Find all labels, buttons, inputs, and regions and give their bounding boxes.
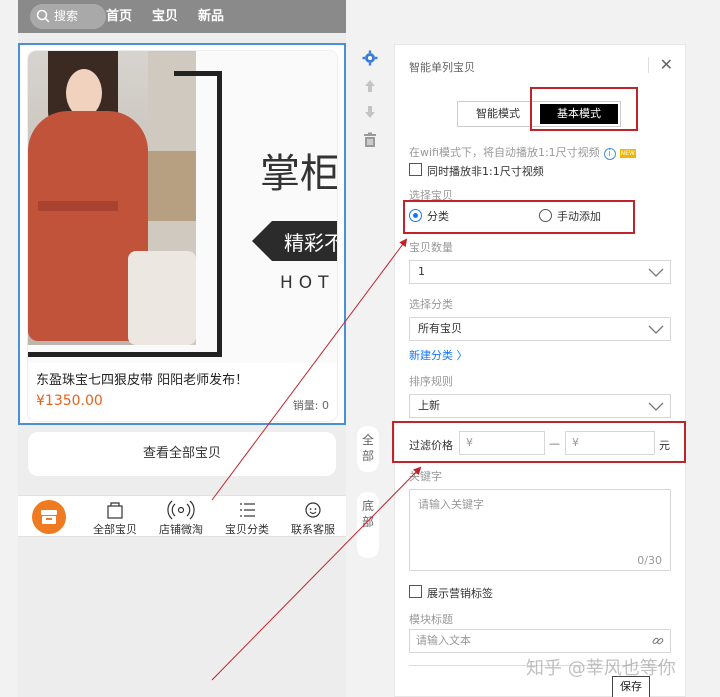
highlight-basic-mode [530, 87, 638, 131]
sort-select[interactable]: 上新 [409, 394, 671, 418]
module-title-label: 模块标题 [409, 613, 453, 626]
product-price: ¥1350.00 [36, 393, 103, 409]
trash-icon[interactable] [362, 132, 378, 148]
count-select[interactable]: 1 [409, 260, 671, 284]
keyword-textarea[interactable]: 请输入关键字 0/30 [409, 489, 671, 571]
product-sales: 销量: 0 [292, 399, 329, 412]
phone-preview: 搜索 首页 宝贝 新品 掌柜 精彩不 HOT 东盈珠宝七四狠皮带 阳阳老师发布！… [18, 0, 346, 697]
move-down-icon[interactable] [362, 104, 378, 120]
search-icon [36, 9, 50, 23]
tab-customer-service[interactable]: 联系客服 [280, 500, 346, 537]
smart-mode-tab[interactable]: 智能模式 [458, 102, 538, 126]
tab-categories[interactable]: 宝贝分类 [214, 500, 280, 537]
play-non-square-label: 同时播放非1:1尺寸视频 [427, 165, 544, 178]
product-card[interactable]: 掌柜 精彩不 HOT 东盈珠宝七四狠皮带 阳阳老师发布！ ¥1350.00 销量… [28, 51, 337, 421]
category-select[interactable]: 所有宝贝 [409, 317, 671, 341]
side-tab-bottom[interactable]: 底部 [357, 492, 379, 558]
new-badge: NEW [619, 148, 636, 158]
settings-panel: 智能单列宝贝 ✕ 智能模式 基本模式 在wifi模式下，将自动播放1:1尺寸视频… [392, 44, 686, 697]
product-module-selected[interactable]: 掌柜 精彩不 HOT 东盈珠宝七四狠皮带 阳阳老师发布！ ¥1350.00 销量… [18, 43, 346, 425]
banner-title: 掌柜 [260, 151, 337, 197]
highlight-select-items [403, 200, 635, 234]
move-up-icon[interactable] [362, 78, 378, 94]
count-label: 宝贝数量 [409, 241, 453, 254]
nav-items[interactable]: 宝贝 [152, 0, 178, 33]
new-category-link[interactable]: 新建分类 〉 [409, 347, 468, 363]
keyword-counter: 0/30 [637, 554, 662, 567]
bag-icon [107, 502, 123, 519]
side-tab-all[interactable]: 全部 [357, 426, 379, 472]
chevron-down-icon [648, 268, 664, 277]
wifi-note: 在wifi模式下，将自动播放1:1尺寸视频 i NEW [409, 146, 636, 160]
gear-icon[interactable] [362, 50, 378, 66]
banner-english: HOT [280, 273, 335, 293]
nav-home[interactable]: 首页 [106, 0, 132, 33]
list-icon [240, 503, 255, 517]
shop-home-button[interactable] [32, 500, 66, 534]
marketing-tag-checkbox[interactable] [409, 585, 422, 598]
search-box[interactable]: 搜索 [30, 4, 106, 29]
broadcast-icon [167, 500, 195, 520]
chevron-down-icon [648, 325, 664, 334]
keyword-label: 关键字 [409, 470, 442, 483]
watermark: 知乎 @莘风也等你 [526, 658, 676, 679]
tab-store-feed[interactable]: 店铺微淘 [148, 500, 214, 537]
nav-new[interactable]: 新品 [198, 0, 224, 33]
category-label: 选择分类 [409, 298, 453, 311]
product-name: 东盈珠宝七四狠皮带 阳阳老师发布！ [36, 373, 249, 388]
view-all-items-button[interactable]: 查看全部宝贝 [28, 432, 336, 476]
banner-subtitle: 精彩不 [284, 231, 337, 255]
banner-frame [174, 71, 222, 357]
chevron-down-icon [648, 402, 664, 411]
shop-topbar: 搜索 首页 宝贝 新品 [18, 0, 346, 33]
search-label: 搜索 [54, 9, 79, 23]
product-banner-image: 掌柜 精彩不 HOT [28, 51, 337, 363]
shop-icon [41, 510, 57, 524]
keyword-placeholder: 请输入关键字 [418, 498, 484, 511]
close-icon[interactable]: ✕ [660, 57, 673, 73]
info-icon[interactable]: i [603, 148, 616, 160]
link-icon[interactable] [652, 635, 664, 647]
sort-label: 排序规则 [409, 375, 453, 388]
service-icon [305, 502, 321, 518]
highlight-price-filter [392, 421, 686, 463]
model-photo [28, 51, 196, 345]
marketing-tag-label: 展示营销标签 [427, 587, 493, 600]
module-title-input[interactable]: 请输入文本 [409, 629, 671, 653]
tab-all-items[interactable]: 全部宝贝 [82, 500, 148, 537]
shop-tabbar: 全部宝贝 店铺微淘 宝贝分类 联系客服 [18, 495, 346, 537]
play-non-square-checkbox[interactable] [409, 163, 422, 176]
module-toolbar [358, 44, 382, 156]
panel-title: 智能单列宝贝 [409, 61, 475, 74]
